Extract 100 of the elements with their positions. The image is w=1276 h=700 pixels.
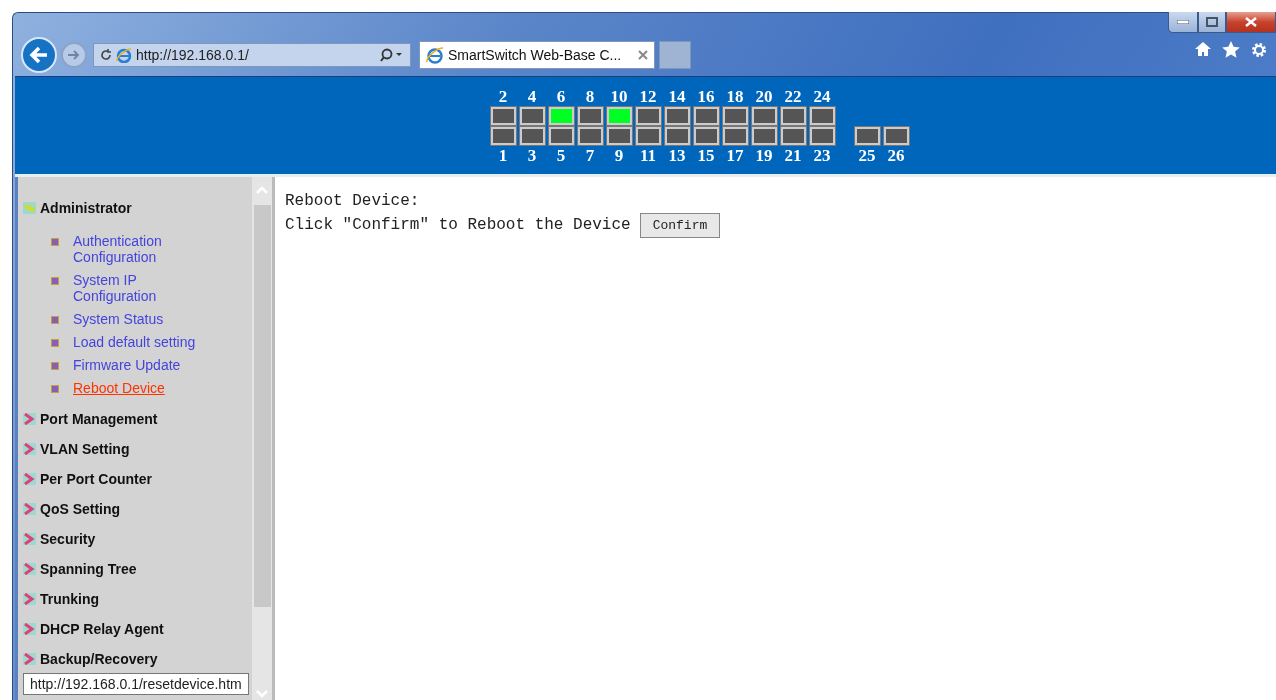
port-icon[interactable] xyxy=(809,126,835,145)
confirm-button[interactable]: Confirm xyxy=(639,212,721,238)
bullet-icon xyxy=(51,277,59,285)
arrow-icon xyxy=(23,473,36,485)
port-icon[interactable] xyxy=(577,126,603,145)
bullet-icon xyxy=(51,238,59,246)
menu-group[interactable]: Per Port Counter xyxy=(23,464,252,494)
port-icon[interactable] xyxy=(664,106,690,125)
port-number: 15 xyxy=(697,146,715,164)
port-icon[interactable] xyxy=(854,126,880,145)
port-icon[interactable] xyxy=(606,126,632,145)
menu-link[interactable]: Firmware Update xyxy=(73,357,213,373)
port-number: 10 xyxy=(610,87,628,105)
arrow-icon xyxy=(23,563,36,575)
address-bar[interactable]: http://192.168.0.1/ xyxy=(93,43,411,67)
port-icon[interactable] xyxy=(577,106,603,125)
port-icon[interactable] xyxy=(635,106,661,125)
port-icon[interactable] xyxy=(519,106,545,125)
port-icon[interactable] xyxy=(664,126,690,145)
menu-group[interactable]: Security xyxy=(23,524,252,554)
port-number: 12 xyxy=(639,87,657,105)
port-number: 26 xyxy=(887,146,905,164)
arrow-icon xyxy=(23,593,36,605)
page-heading: Reboot Device: xyxy=(285,192,420,210)
port-icon[interactable] xyxy=(548,126,574,145)
menu-link[interactable]: System Status xyxy=(73,311,213,327)
port-number: 20 xyxy=(755,87,773,105)
forward-arrow-icon xyxy=(67,49,81,61)
minimize-button[interactable] xyxy=(1168,12,1198,33)
port-icon[interactable] xyxy=(809,106,835,125)
port-number: 9 xyxy=(614,146,624,164)
instruction-text: Click "Confirm" to Reboot the Device xyxy=(285,216,631,234)
menu-group[interactable]: Administrator xyxy=(23,193,252,223)
bullet-icon xyxy=(51,339,59,347)
port-number: 5 xyxy=(556,146,566,164)
bullet-icon xyxy=(51,316,59,324)
port-icon[interactable] xyxy=(722,126,748,145)
tab-title: SmartSwitch Web-Base C... xyxy=(448,47,623,63)
port-number: 13 xyxy=(668,146,686,164)
arrow-icon xyxy=(23,533,36,545)
menu-group[interactable]: Backup/Recovery xyxy=(23,644,252,674)
settings-icon[interactable] xyxy=(1250,41,1268,59)
menu-link[interactable]: Load default setting xyxy=(73,334,213,350)
port-icon[interactable] xyxy=(693,126,719,145)
port-icon[interactable] xyxy=(883,126,909,145)
port-number: 7 xyxy=(585,146,595,164)
home-icon[interactable] xyxy=(1194,41,1212,57)
close-button[interactable] xyxy=(1226,12,1276,33)
search-icon[interactable] xyxy=(380,48,404,62)
status-url-tooltip: http://192.168.0.1/resetdevice.htm xyxy=(23,673,249,695)
port-icon[interactable] xyxy=(490,106,516,125)
port-number: 16 xyxy=(697,87,715,105)
menu-link[interactable]: Authentication Configuration xyxy=(73,233,213,265)
port-icon[interactable] xyxy=(519,126,545,145)
port-number: 21 xyxy=(784,146,802,164)
menu-group[interactable]: QoS Setting xyxy=(23,494,252,524)
port-number: 4 xyxy=(527,87,537,105)
menu-group[interactable]: Port Management xyxy=(23,404,252,434)
port-number: 17 xyxy=(726,146,744,164)
port-number: 25 xyxy=(858,146,876,164)
port-number: 2 xyxy=(498,87,508,105)
browser-tab[interactable]: SmartSwitch Web-Base C... xyxy=(419,41,655,69)
port-number: 6 xyxy=(556,87,566,105)
back-button[interactable] xyxy=(21,37,57,73)
arrow-icon xyxy=(23,443,36,455)
arrow-icon xyxy=(23,503,36,515)
close-icon[interactable] xyxy=(638,50,648,60)
port-icon[interactable] xyxy=(490,126,516,145)
minimize-icon xyxy=(1177,20,1189,24)
menu-group[interactable]: VLAN Setting xyxy=(23,434,252,464)
browser-logo-icon xyxy=(116,47,132,63)
arrow-icon xyxy=(23,413,36,425)
menu-group[interactable]: Trunking xyxy=(23,584,252,614)
port-number: 8 xyxy=(585,87,595,105)
close-icon xyxy=(1245,17,1257,27)
port-icon[interactable] xyxy=(548,106,574,125)
port-icon[interactable] xyxy=(751,126,777,145)
star-icon[interactable] xyxy=(1222,41,1240,58)
back-arrow-icon xyxy=(29,46,49,64)
refresh-icon[interactable] xyxy=(100,49,112,61)
port-icon[interactable] xyxy=(635,126,661,145)
arrow-icon xyxy=(23,653,36,665)
port-icon[interactable] xyxy=(606,106,632,125)
menu-link[interactable]: System IP Configuration xyxy=(73,272,213,304)
address-text: http://192.168.0.1/ xyxy=(136,47,250,63)
maximize-button[interactable] xyxy=(1198,12,1226,33)
menu-group[interactable]: Spanning Tree xyxy=(23,554,252,584)
port-number: 24 xyxy=(813,87,831,105)
browser-logo-icon xyxy=(426,46,444,64)
menu-group[interactable]: DHCP Relay Agent xyxy=(23,614,252,644)
arrow-icon xyxy=(23,623,36,635)
port-icon[interactable] xyxy=(780,126,806,145)
port-icon[interactable] xyxy=(780,106,806,125)
port-icon[interactable] xyxy=(751,106,777,125)
bullet-icon xyxy=(51,362,59,370)
port-number: 19 xyxy=(755,146,773,164)
port-icon[interactable] xyxy=(693,106,719,125)
port-number: 23 xyxy=(813,146,831,164)
port-number: 11 xyxy=(639,146,657,164)
port-icon[interactable] xyxy=(722,106,748,125)
